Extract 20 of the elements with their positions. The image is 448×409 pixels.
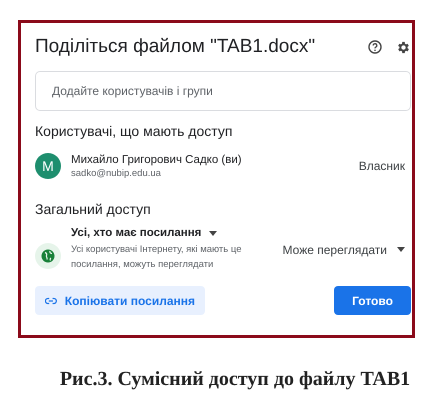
- section-heading: Користувачі, що мають доступ: [35, 123, 234, 139]
- help-icon[interactable]: [368, 40, 382, 54]
- link-icon: [45, 296, 57, 304]
- settings-icon[interactable]: [396, 40, 411, 54]
- access-dropdown[interactable]: Усі, хто має посилання: [71, 227, 218, 239]
- globe-icon: [35, 242, 61, 268]
- figure-caption: Рис.3. Сумісний доступ до файлу TAB1: [58, 368, 412, 391]
- caret-icon: [209, 230, 218, 236]
- permission-dropdown[interactable]: Може переглядати: [282, 242, 405, 256]
- user-name: Михайло Григорович Садко (ви): [71, 154, 243, 166]
- section-heading: Загальний доступ: [35, 201, 152, 217]
- avatar: M: [35, 153, 61, 179]
- add-people-field[interactable]: Додайте користувачів і групи: [35, 71, 411, 111]
- done-button[interactable]: Готово: [334, 286, 411, 315]
- access-description: Усі користувачі Інтернету, які мають це посилання, можуть переглядати: [71, 243, 242, 272]
- caret-icon: [397, 247, 405, 252]
- copy-link-button[interactable]: Копіювати посилання: [35, 286, 205, 315]
- user-email: sadko@nubip.edu.ua: [71, 168, 162, 178]
- dialog-title: Поділіться файлом "TAB1.docx": [35, 36, 316, 58]
- role-label: Власник: [358, 159, 405, 173]
